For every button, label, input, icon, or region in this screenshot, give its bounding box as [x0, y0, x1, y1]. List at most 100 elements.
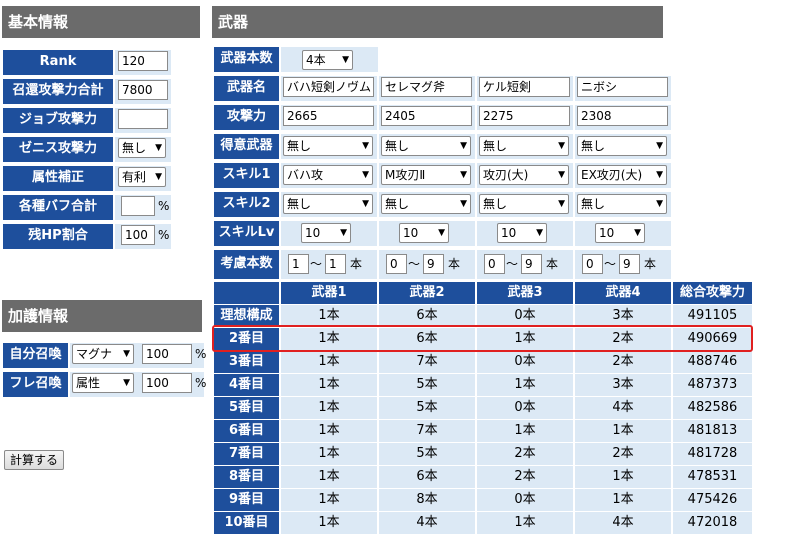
weapon-atk-input[interactable]: 2308	[577, 106, 668, 126]
results-total-atk: 482586	[673, 397, 752, 419]
weapon-skill-lv-select[interactable]: 10 ▼	[595, 223, 645, 243]
results-weapon-count: 1本	[281, 466, 377, 488]
results-weapon-count: 5本	[379, 443, 475, 465]
friend-summon-rate-input[interactable]: 100	[142, 373, 192, 393]
element-bonus-select[interactable]: 有利 ▼	[118, 167, 166, 187]
weapon-skill2-select[interactable]: 無し ▼	[479, 194, 569, 214]
results-weapon-count: 1本	[477, 420, 573, 442]
range-max-input[interactable]: 9	[423, 254, 444, 274]
weapon-skill-lv-select[interactable]: 10 ▼	[497, 223, 547, 243]
chevron-down-icon: ▼	[362, 199, 369, 209]
weapon-atk-input[interactable]: 2665	[283, 106, 374, 126]
range-min-input[interactable]: 0	[582, 254, 603, 274]
highlight-box	[212, 325, 753, 352]
weapon-type-select[interactable]: 無し ▼	[381, 136, 471, 156]
hp-ratio-label: 残HP割合	[3, 224, 113, 249]
zenith-atk-select[interactable]: 無し ▼	[118, 138, 166, 158]
results-weapon-count: 1本	[281, 420, 377, 442]
range-max-input[interactable]: 1	[325, 254, 346, 274]
weapon-skill1-select[interactable]: EX攻刃(大) ▼	[577, 165, 667, 185]
weapon-name-input[interactable]: セレマグ斧	[381, 77, 472, 97]
results-total-atk: 481728	[673, 443, 752, 465]
results-weapon-count: 1本	[281, 397, 377, 419]
weapon-skill2-select[interactable]: 無し ▼	[381, 194, 471, 214]
range-unit: 本	[448, 257, 461, 271]
weapon-type-select[interactable]: 無し ▼	[283, 136, 373, 156]
weapon-skill-lv-value: 10	[501, 226, 517, 240]
weapon-type-value: 無し	[385, 139, 410, 153]
results-row-label: 9番目	[214, 489, 279, 511]
results-weapon-count: 1本	[281, 512, 377, 534]
weapon-name-input[interactable]: バハ短剣ノヴム	[283, 77, 374, 97]
chevron-down-icon: ▼	[656, 141, 663, 151]
range-min-input[interactable]: 0	[386, 254, 407, 274]
weapon-skill-lv-value: 10	[305, 226, 321, 240]
range-min-input[interactable]: 1	[288, 254, 309, 274]
weapon-atk-input[interactable]: 2275	[479, 106, 570, 126]
results-weapon-count: 0本	[477, 489, 573, 511]
buff-total-input[interactable]	[121, 196, 155, 216]
weapon-skill2-value: 無し	[581, 197, 606, 211]
buff-total-label: 各種バフ合計	[3, 195, 113, 220]
range-tilde: ～	[506, 257, 519, 271]
chevron-down-icon: ▼	[340, 228, 347, 238]
weapon-skill1-value: バハ攻	[287, 168, 324, 182]
hp-ratio-input[interactable]: 100	[121, 225, 155, 245]
weapon-name-input[interactable]: ニボシ	[577, 77, 668, 97]
chevron-down-icon: ▼	[362, 170, 369, 180]
results-row-label: 10番目	[214, 512, 279, 534]
range-tilde: ～	[408, 257, 421, 271]
chevron-down-icon: ▼	[656, 170, 663, 180]
weapon-skill2-select[interactable]: 無し ▼	[577, 194, 667, 214]
summon-atk-input[interactable]: 7800	[118, 80, 168, 100]
range-min-input[interactable]: 0	[484, 254, 505, 274]
results-weapon-count: 4本	[379, 512, 475, 534]
range-tilde: ～	[604, 257, 617, 271]
rank-input[interactable]: 120	[118, 51, 168, 71]
weapon-type-value: 無し	[581, 139, 606, 153]
zenith-atk-value: 無し	[122, 141, 147, 155]
weapon-type-select[interactable]: 無し ▼	[479, 136, 569, 156]
zenith-atk-label: ゼニス攻撃力	[3, 137, 113, 162]
own-summon-rate-input[interactable]: 100	[142, 344, 192, 364]
results-weapon-count: 1本	[281, 489, 377, 511]
weapon-skill1-select[interactable]: M攻刃Ⅱ ▼	[381, 165, 471, 185]
chevron-down-icon: ▼	[123, 349, 130, 359]
weapon-skill1-value: EX攻刃(大)	[581, 168, 643, 182]
results-weapon-count: 0本	[477, 305, 573, 327]
weapon-skill1-select[interactable]: 攻刃(大) ▼	[479, 165, 569, 185]
element-bonus-value: 有利	[122, 170, 147, 184]
weapon-name-input[interactable]: ケル短剣	[479, 77, 570, 97]
results-weapon-count: 4本	[575, 512, 671, 534]
weapon-type-select[interactable]: 無し ▼	[577, 136, 667, 156]
weapon-skill1-value: 攻刃(大)	[483, 168, 529, 182]
chevron-down-icon: ▼	[460, 141, 467, 151]
results-row-label: 4番目	[214, 374, 279, 396]
range-max-input[interactable]: 9	[619, 254, 640, 274]
results-weapon-count: 3本	[575, 305, 671, 327]
skill2-label: スキル2	[214, 192, 279, 217]
basic-info-header: 基本情報	[2, 6, 200, 38]
friend-summon-select[interactable]: 属性 ▼	[72, 373, 134, 393]
job-atk-input[interactable]	[118, 109, 168, 129]
own-summon-select[interactable]: マグナ ▼	[72, 344, 134, 364]
range-label: 考慮本数	[214, 250, 279, 279]
chevron-down-icon: ▼	[558, 141, 565, 151]
chevron-down-icon: ▼	[558, 199, 565, 209]
weapon-skill2-select[interactable]: 無し ▼	[283, 194, 373, 214]
results-total-atk: 475426	[673, 489, 752, 511]
weapon-skill1-select[interactable]: バハ攻 ▼	[283, 165, 373, 185]
calculate-button[interactable]: 計算する	[4, 450, 65, 470]
weapon-atk-input[interactable]: 2405	[381, 106, 472, 126]
results-weapon-count: 3本	[575, 374, 671, 396]
results-row-label: 5番目	[214, 397, 279, 419]
kago-info-header: 加護情報	[2, 300, 202, 332]
weapons-header: 武器	[212, 6, 663, 38]
weapon-skill-lv-select[interactable]: 10 ▼	[399, 223, 449, 243]
buff-total-unit: %	[158, 199, 170, 213]
results-weapon-count: 1本	[281, 443, 377, 465]
weapon-skill-lv-select[interactable]: 10 ▼	[301, 223, 351, 243]
own-summon-unit: %	[195, 347, 207, 361]
range-max-input[interactable]: 9	[521, 254, 542, 274]
weapon-count-select[interactable]: 4本 ▼	[302, 50, 353, 70]
